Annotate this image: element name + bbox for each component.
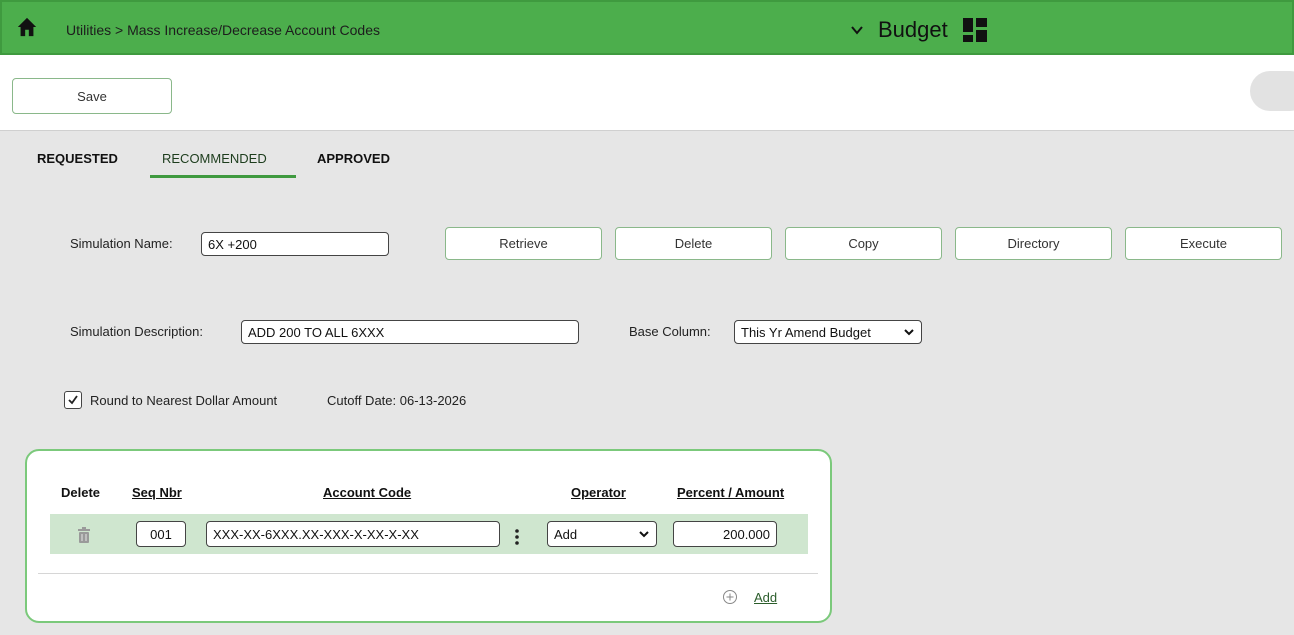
header-seq-nbr: Seq Nbr [132, 485, 182, 500]
round-checkbox[interactable] [64, 391, 82, 409]
header-account-code: Account Code [323, 485, 412, 500]
module-name: Budget [878, 17, 948, 42]
user-menu-edge[interactable] [1250, 71, 1294, 111]
chevron-down-icon [639, 531, 649, 538]
top-header-bar: Utilities > Mass Increase/Decrease Accou… [0, 0, 1294, 55]
chevron-down-icon[interactable] [850, 23, 864, 37]
module-selector[interactable]: Budget [850, 16, 988, 44]
directory-button[interactable]: Directory [955, 227, 1112, 260]
add-row-link[interactable]: Add [754, 590, 777, 605]
base-column-select[interactable]: This Yr Amend Budget [734, 320, 922, 344]
toolbar: Save [0, 55, 1294, 131]
trash-icon[interactable] [77, 527, 91, 543]
account-code-input[interactable] [206, 521, 500, 547]
round-label: Round to Nearest Dollar Amount [90, 393, 278, 408]
operator-value: Add [554, 526, 578, 542]
amount-input[interactable] [673, 521, 777, 547]
kebab-icon[interactable] [514, 527, 520, 547]
base-column-label: Base Column: [629, 324, 711, 339]
base-column-value: This Yr Amend Budget [741, 324, 871, 340]
save-button[interactable]: Save [12, 78, 172, 114]
header-operator: Operator [571, 485, 626, 500]
tab-requested[interactable]: REQUESTED [37, 151, 118, 166]
simulation-name-label: Simulation Name: [70, 236, 173, 251]
seq-nbr-input[interactable] [136, 521, 186, 547]
simulation-description-input[interactable] [241, 320, 579, 344]
execute-button[interactable]: Execute [1125, 227, 1282, 260]
tab-recommended[interactable]: RECOMMENDED [162, 151, 267, 166]
header-delete: Delete [61, 485, 101, 500]
tab-approved[interactable]: APPROVED [317, 151, 390, 166]
retrieve-button[interactable]: Retrieve [445, 227, 602, 260]
plus-circle-icon[interactable] [722, 589, 738, 605]
simulation-name-input[interactable] [201, 232, 389, 256]
breadcrumb: Utilities > Mass Increase/Decrease Accou… [66, 22, 380, 38]
home-icon[interactable] [16, 16, 38, 38]
delete-button[interactable]: Delete [615, 227, 772, 260]
copy-button[interactable]: Copy [785, 227, 942, 260]
chevron-down-icon [904, 329, 914, 336]
check-icon [68, 395, 78, 405]
simulation-description-label: Simulation Description: [70, 324, 203, 339]
cutoff-date: Cutoff Date: 06-13-2026 [327, 393, 467, 408]
divider [38, 573, 818, 574]
grid-icon[interactable] [962, 17, 988, 43]
operator-select[interactable]: Add [547, 521, 657, 547]
active-tab-indicator [150, 175, 296, 178]
header-percent-amount: Percent / Amount [677, 485, 785, 500]
